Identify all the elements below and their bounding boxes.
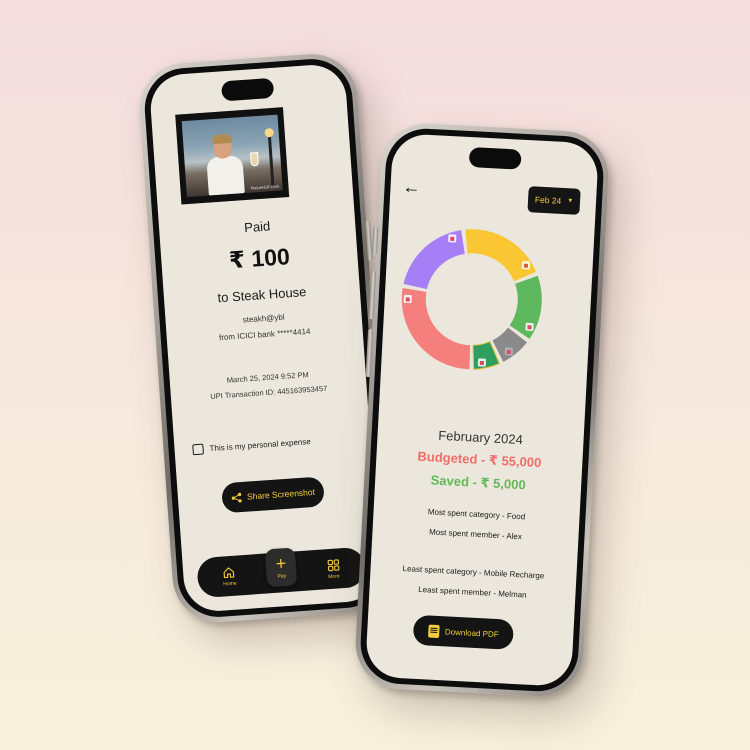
dynamic-island	[220, 77, 275, 102]
payment-amount: ₹ 100	[228, 243, 291, 274]
dynamic-island	[468, 146, 522, 170]
dots-icon	[504, 347, 513, 356]
back-arrow-icon[interactable]: ←	[402, 177, 421, 198]
phone-side-button	[372, 226, 379, 255]
tab-pay-label: Pay	[277, 573, 287, 580]
champagne-glass	[250, 152, 259, 167]
tab-more[interactable]: More	[326, 558, 340, 580]
caret-down-icon: ▼	[567, 198, 574, 205]
payment-phone: MakeAGIF.com Paid ₹ 100 to Steak House s…	[136, 51, 394, 625]
share-icon	[231, 492, 242, 503]
gif-watermark: MakeAGIF.com	[250, 183, 280, 191]
donut-slice[interactable]	[403, 227, 466, 291]
most-spent-category: Most spent category - Food	[427, 507, 526, 522]
popcorn-icon	[525, 322, 534, 331]
grid-icon	[327, 558, 340, 571]
share-screenshot-button[interactable]: Share Screenshot	[221, 476, 325, 514]
personal-expense-label: This is my personal expense	[209, 437, 312, 454]
tab-home[interactable]: Home	[222, 565, 237, 587]
tab-pay[interactable]: + Pay	[264, 547, 298, 588]
plus-icon: +	[274, 553, 287, 574]
personal-expense-checkbox[interactable]	[192, 443, 204, 456]
spending-donut-chart	[401, 227, 542, 370]
budget-phone: ← Feb 24 ▼ February 2024 Budgeted - ₹ 55…	[353, 121, 611, 699]
least-spent-category: Least spent category - Mobile Recharge	[402, 564, 545, 581]
period-title: February 2024	[437, 427, 524, 448]
personal-expense-option[interactable]: This is my personal expense	[192, 436, 312, 456]
gift-icon	[403, 294, 412, 304]
leaf-pattern-icon	[477, 358, 487, 367]
tab-home-label: Home	[223, 580, 237, 587]
tab-more-label: More	[328, 572, 340, 580]
home-icon	[223, 566, 235, 578]
donut-slice[interactable]	[463, 229, 538, 282]
share-button-label: Share Screenshot	[246, 486, 316, 502]
saved-amount: Saved - ₹ 5,000	[430, 472, 527, 493]
gif-image: MakeAGIF.com	[181, 114, 283, 198]
shopping-bag-icon	[521, 261, 531, 270]
budgeted-amount: Budgeted - ₹ 55,000	[417, 448, 542, 471]
payment-status: Paid	[243, 218, 271, 236]
toasting-man	[205, 133, 249, 196]
most-spent-member: Most spent member - Alex	[428, 527, 523, 542]
download-pdf-label: Download PDF	[444, 626, 499, 639]
lamp-post	[267, 135, 275, 186]
budget-screen: ← Feb 24 ▼ February 2024 Budgeted - ₹ 55…	[364, 132, 600, 688]
payment-screen: MakeAGIF.com Paid ₹ 100 to Steak House s…	[148, 62, 382, 614]
food-bag-icon	[448, 234, 457, 243]
document-icon	[427, 623, 440, 638]
payment-merchant: to Steak House	[217, 284, 307, 306]
phone-side-button	[365, 328, 374, 378]
least-spent-member: Least spent member - Melman	[418, 584, 527, 600]
bottom-tab-bar: Home + Pay More	[196, 546, 367, 599]
celebration-gif: MakeAGIF.com	[175, 107, 290, 205]
download-pdf-button[interactable]: Download PDF	[412, 614, 515, 650]
phone-side-button	[368, 271, 377, 320]
